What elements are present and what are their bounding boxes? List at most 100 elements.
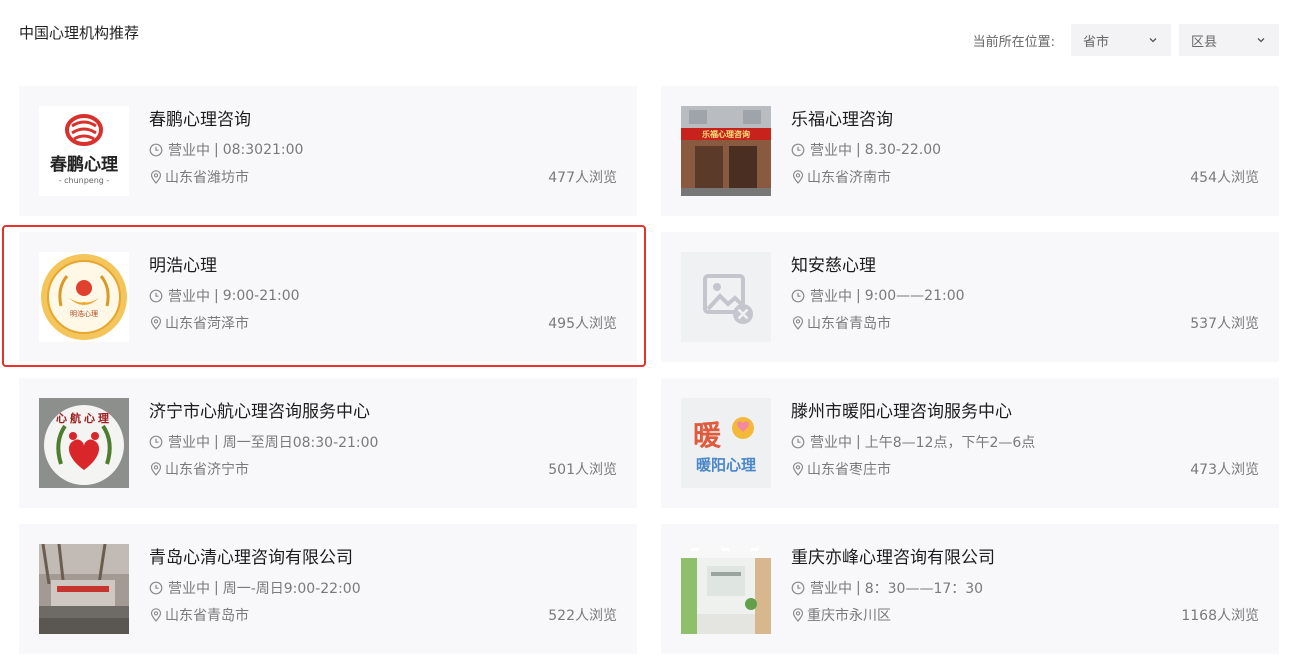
address-text: 山东省青岛市 xyxy=(807,316,891,332)
province-select[interactable]: 省市 xyxy=(1071,24,1171,56)
hours-text: 9:00——21:00 xyxy=(864,288,965,304)
office-interior-photo xyxy=(681,544,771,634)
institution-hours: 营业中 | 8：30——17：30 xyxy=(791,578,983,598)
institution-address: 山东省济南市 xyxy=(791,167,891,187)
institution-name: 明浩心理 xyxy=(149,256,217,276)
location-pin-icon xyxy=(149,170,163,184)
location-pin-icon xyxy=(149,462,163,476)
district-select-value: 区县 xyxy=(1191,34,1218,50)
institution-card[interactable]: 心航心理 济宁市心航心理咨询服务中心 营业中 | 周一至周日08:30-21:00 … xyxy=(19,378,637,508)
chunpeng-logo: 春鹏心理 - chunpeng - xyxy=(39,106,129,196)
status-text: 营业中 xyxy=(168,143,210,159)
institution-card[interactable]: 明浩心理 明浩心理 营业中 | 9:00-21:00 山东省菏泽市 495人浏览 xyxy=(2,225,646,367)
address-text: 山东省枣庄市 xyxy=(807,462,891,478)
clock-icon xyxy=(791,289,805,303)
institution-hours: 营业中 | 8.30-22.00 xyxy=(791,140,941,160)
status-text: 营业中 xyxy=(168,435,210,451)
nuanyang-logo-main: 暖 xyxy=(693,419,722,452)
clock-icon xyxy=(149,143,163,157)
institution-grid: 春鹏心理 - chunpeng - 春鹏心理咨询 营业中 | 08:3021:00 … xyxy=(2,86,1279,654)
view-count: 477人浏览 xyxy=(548,170,617,186)
view-count: 454人浏览 xyxy=(1190,170,1259,186)
institution-address: 山东省青岛市 xyxy=(149,605,249,625)
location-label: 当前所在位置: xyxy=(972,34,1055,50)
address-text: 山东省济宁市 xyxy=(165,462,249,478)
location-pin-icon xyxy=(791,462,805,476)
institution-address: 山东省枣庄市 xyxy=(791,459,891,479)
chunpeng-logo-sub: - chunpeng - xyxy=(58,176,110,185)
institution-name: 乐福心理咨询 xyxy=(791,110,893,130)
minghao-logo-text: 明浩心理 xyxy=(70,310,98,318)
nuanyang-logo: 暖 暖阳心理 xyxy=(681,398,771,488)
view-count: 495人浏览 xyxy=(548,316,617,332)
institution-name: 滕州市暖阳心理咨询服务中心 xyxy=(791,402,1012,422)
institution-address: 山东省潍坊市 xyxy=(149,167,249,187)
institution-hours: 营业中 | 上午8—12点，下午2—6点 xyxy=(791,432,1035,452)
chevron-down-icon xyxy=(1255,34,1267,46)
location-pin-icon xyxy=(149,608,163,622)
chevron-down-icon xyxy=(1147,34,1159,46)
clock-icon xyxy=(791,435,805,449)
institution-hours: 营业中 | 周一-周日9:00-22:00 xyxy=(149,578,361,598)
institution-hours: 营业中 | 9:00-21:00 xyxy=(149,286,300,306)
institution-name: 春鹏心理咨询 xyxy=(149,110,251,130)
hours-text: 周一-周日9:00-22:00 xyxy=(222,581,361,597)
clock-icon xyxy=(791,581,805,595)
hours-text: 8.30-22.00 xyxy=(864,142,942,158)
xinhang-logo-text: 心航心理 xyxy=(56,412,112,425)
institution-card[interactable]: 春鹏心理 - chunpeng - 春鹏心理咨询 营业中 | 08:3021:00 … xyxy=(19,86,637,216)
institution-hours: 营业中 | 周一至周日08:30-21:00 xyxy=(149,432,378,452)
institution-card[interactable]: 重庆亦峰心理咨询有限公司 营业中 | 8：30——17：30 重庆市永川区 1168… xyxy=(661,524,1279,654)
location-bar: 当前所在位置: 省市 区县 xyxy=(973,24,1279,56)
institution-name: 知安慈心理 xyxy=(791,256,876,276)
hours-text: 周一至周日08:30-21:00 xyxy=(222,435,379,451)
institution-address: 山东省菏泽市 xyxy=(149,313,249,333)
institution-name: 青岛心清心理咨询有限公司 xyxy=(149,548,353,568)
location-pin-icon xyxy=(791,316,805,330)
institution-hours: 营业中 | 08:3021:00 xyxy=(149,140,303,160)
hours-text: 8：30——17：30 xyxy=(864,581,984,597)
address-text: 山东省济南市 xyxy=(807,170,891,186)
clock-icon xyxy=(149,581,163,595)
image-placeholder-icon xyxy=(681,252,771,342)
view-count: 522人浏览 xyxy=(548,608,617,624)
institution-card[interactable]: 乐福心理咨询 乐福心理咨询 营业中 | 8.30-22.00 山东省济南市 454人… xyxy=(661,86,1279,216)
storefront-photo: 乐福心理咨询 xyxy=(681,106,771,196)
institution-address: 重庆市永川区 xyxy=(791,605,891,625)
hours-text: 08:3021:00 xyxy=(222,142,304,158)
clock-icon xyxy=(149,289,163,303)
district-select[interactable]: 区县 xyxy=(1179,24,1279,56)
institution-card[interactable]: 暖 暖阳心理 滕州市暖阳心理咨询服务中心 营业中 | 上午8—12点，下午2—6点 … xyxy=(661,378,1279,508)
view-count: 537人浏览 xyxy=(1190,316,1259,332)
province-select-value: 省市 xyxy=(1083,34,1110,50)
status-text: 营业中 xyxy=(168,289,210,305)
address-text: 山东省菏泽市 xyxy=(165,316,249,332)
hours-text: 9:00-21:00 xyxy=(222,288,300,304)
storefront-sign-text: 乐福心理咨询 xyxy=(702,130,750,139)
institution-name: 重庆亦峰心理咨询有限公司 xyxy=(791,548,995,568)
hours-text: 上午8—12点，下午2—6点 xyxy=(864,435,1036,451)
minghao-badge-logo: 明浩心理 xyxy=(39,252,129,342)
xinhang-logo: 心航心理 xyxy=(39,398,129,488)
status-text: 营业中 xyxy=(168,581,210,597)
status-text: 营业中 xyxy=(810,435,852,451)
view-count: 1168人浏览 xyxy=(1181,608,1259,624)
institution-address: 山东省青岛市 xyxy=(791,313,891,333)
clock-icon xyxy=(149,435,163,449)
institution-address: 山东省济宁市 xyxy=(149,459,249,479)
status-text: 营业中 xyxy=(810,143,852,159)
address-text: 重庆市永川区 xyxy=(807,608,891,624)
address-text: 山东省潍坊市 xyxy=(165,170,249,186)
view-count: 473人浏览 xyxy=(1190,462,1259,478)
institution-card[interactable]: 青岛心清心理咨询有限公司 营业中 | 周一-周日9:00-22:00 山东省青岛市 … xyxy=(19,524,637,654)
location-pin-icon xyxy=(149,316,163,330)
status-text: 营业中 xyxy=(810,289,852,305)
location-pin-icon xyxy=(791,170,805,184)
chunpeng-logo-text: 春鹏心理 xyxy=(50,155,118,175)
status-text: 营业中 xyxy=(810,581,852,597)
view-count: 501人浏览 xyxy=(548,462,617,478)
page-title: 中国心理机构推荐 xyxy=(19,24,140,42)
address-text: 山东省青岛市 xyxy=(165,608,249,624)
institution-name: 济宁市心航心理咨询服务中心 xyxy=(149,402,370,422)
institution-card[interactable]: 知安慈心理 营业中 | 9:00——21:00 山东省青岛市 537人浏览 xyxy=(661,232,1279,362)
